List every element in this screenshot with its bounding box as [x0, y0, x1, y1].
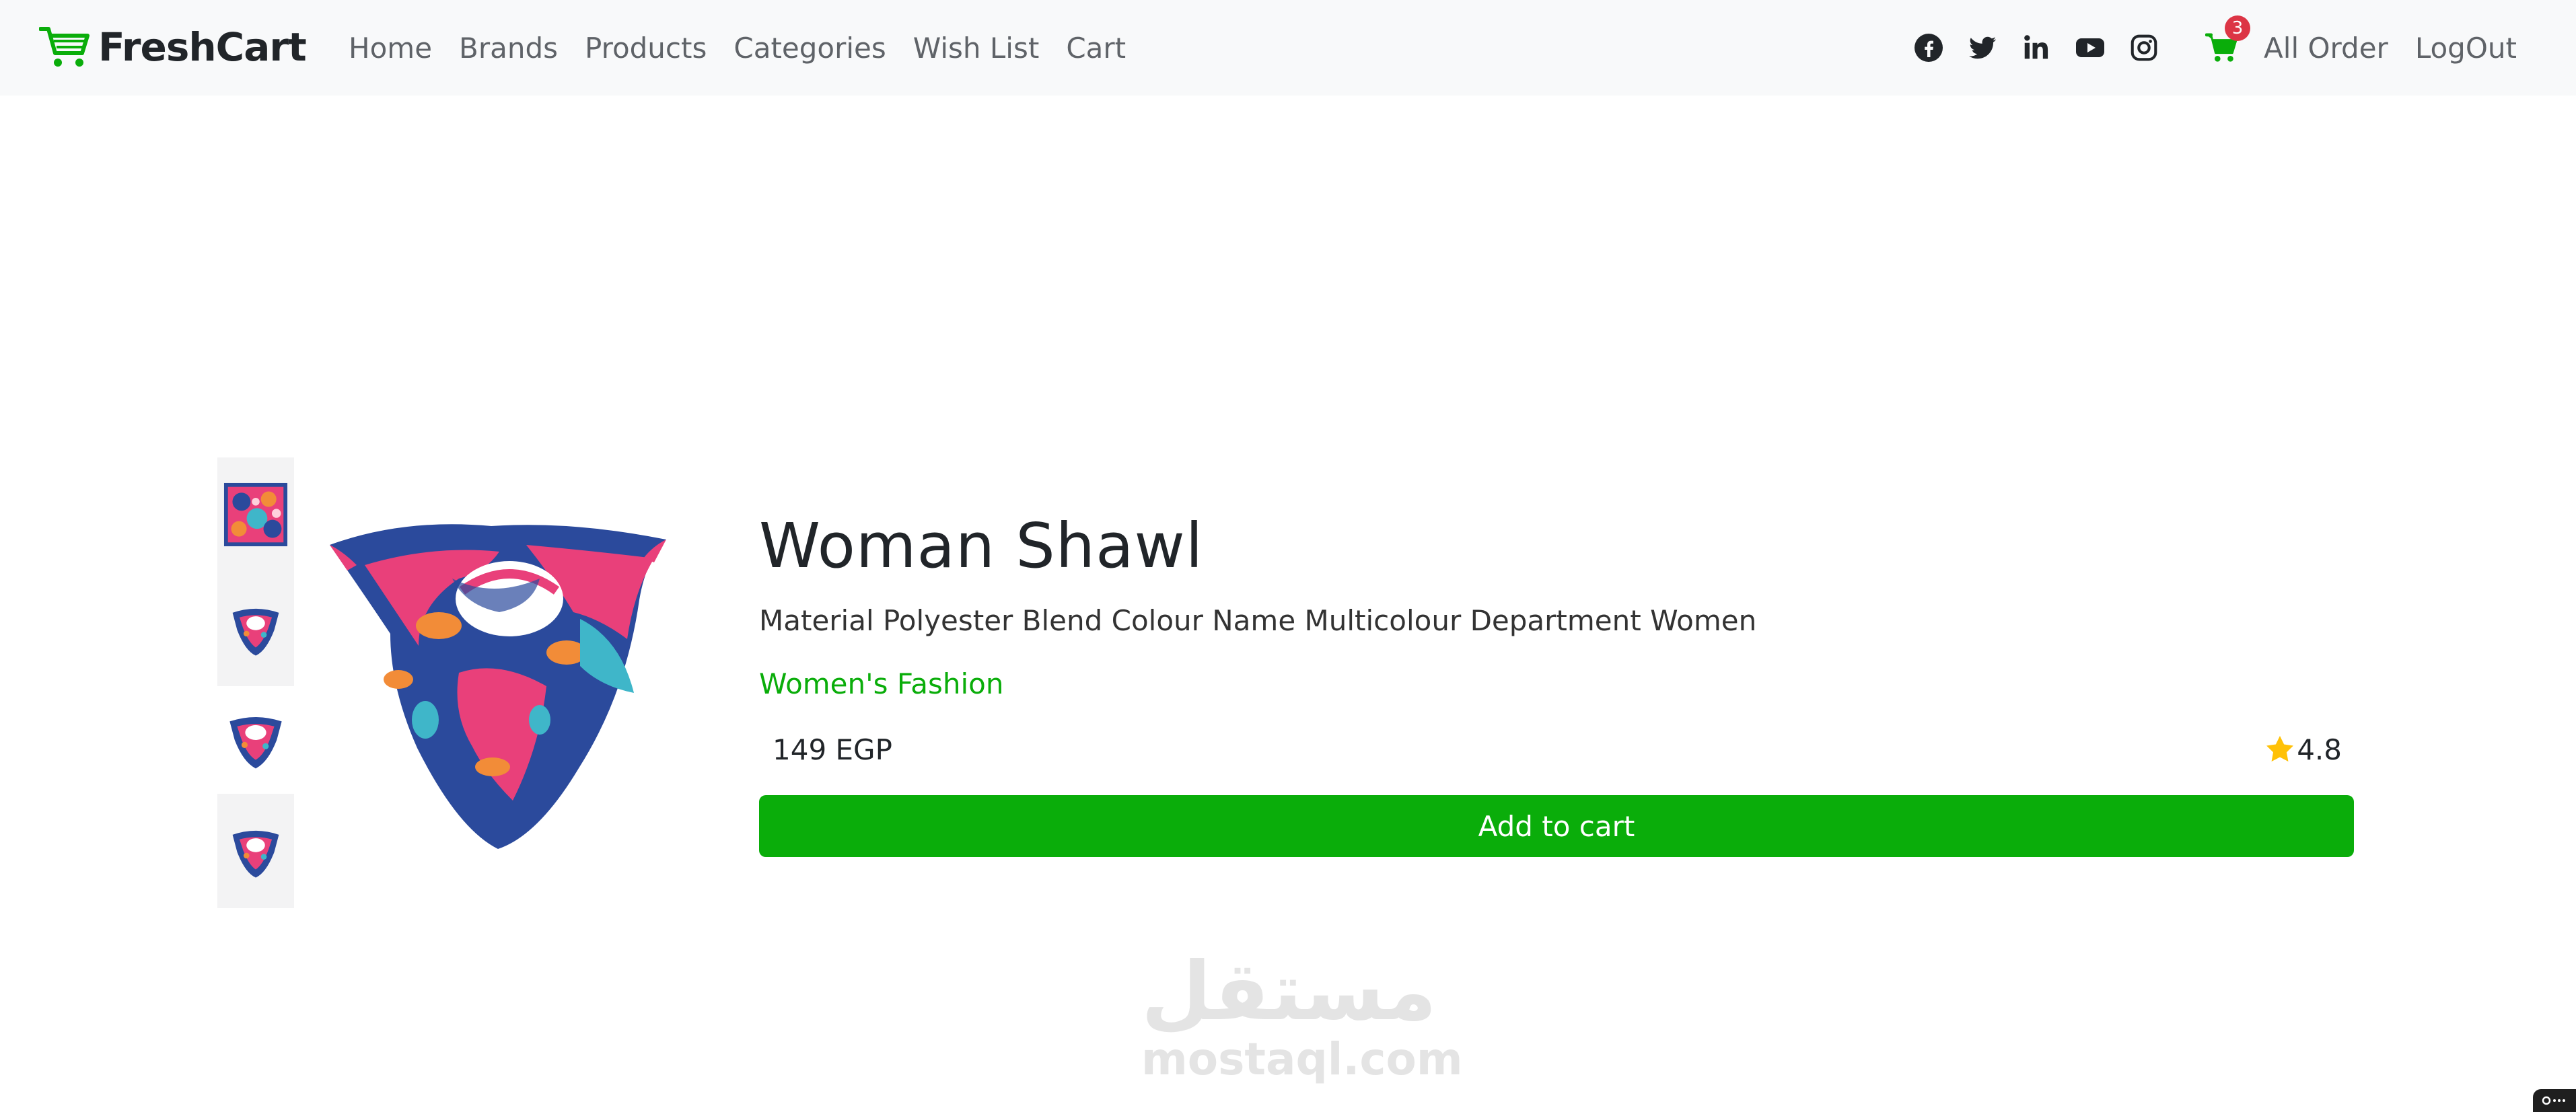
nav-wish-list[interactable]: Wish List [913, 32, 1040, 65]
watermark-arabic-text: مستقل [1141, 945, 1437, 1039]
rating-value: 4.8 [2297, 733, 2342, 766]
add-to-cart-button[interactable]: Add to cart [759, 795, 2354, 857]
link-icon [2542, 1096, 2565, 1105]
main-nav: Home Brands Products Categories Wish Lis… [349, 24, 1153, 71]
nav-home[interactable]: Home [349, 32, 432, 65]
product-thumbnail[interactable] [217, 572, 294, 686]
linkedin-icon[interactable] [2022, 33, 2051, 63]
nav-cart[interactable]: Cart [1066, 32, 1126, 65]
product-price: 149 EGP [773, 733, 892, 766]
nav-logout[interactable]: LogOut [2415, 32, 2517, 65]
nav-categories[interactable]: Categories [734, 32, 886, 65]
nav-brands[interactable]: Brands [459, 32, 558, 65]
facebook-icon[interactable] [1914, 33, 1943, 63]
nav-right: 3 All Order LogOut [1890, 15, 2517, 71]
twitter-icon[interactable] [1968, 33, 1997, 63]
nav-products[interactable]: Products [585, 32, 707, 65]
watermark-latin-text: mostaql.com [1141, 1033, 1463, 1085]
shopping-cart-logo-icon [39, 27, 90, 67]
product-thumbnails [217, 457, 294, 908]
youtube-icon[interactable] [2075, 33, 2105, 63]
product-thumbnail[interactable] [217, 457, 294, 572]
product-description: Material Polyester Blend Colour Name Mul… [759, 604, 1757, 637]
product-rating: 4.8 [2264, 733, 2342, 766]
product-title: Woman Shawl [759, 510, 1204, 582]
product-category-link[interactable]: Women's Fashion [759, 666, 2355, 702]
product-thumbnail[interactable] [217, 696, 294, 784]
cart-count-badge: 3 [2225, 15, 2251, 41]
product-main-image [324, 518, 674, 854]
product-thumbnail[interactable] [217, 794, 294, 908]
instagram-icon[interactable] [2129, 33, 2159, 63]
price-rating-row: 149 EGP 4.8 [759, 729, 2355, 770]
cart-button[interactable]: 3 [2205, 15, 2251, 65]
star-icon [2266, 735, 2294, 762]
watermark-logo: مستقل mostaql.com [1141, 945, 1463, 1085]
navbar: FreshCart Home Brands Products Categorie… [0, 0, 2576, 96]
nav-all-order[interactable]: All Order [2264, 32, 2388, 65]
brand-name: FreshCart [98, 24, 307, 70]
brand-logo[interactable]: FreshCart [39, 23, 307, 71]
corner-widget[interactable] [2533, 1089, 2576, 1112]
product-details: Woman Shawl Material Polyester Blend Col… [759, 506, 2355, 857]
